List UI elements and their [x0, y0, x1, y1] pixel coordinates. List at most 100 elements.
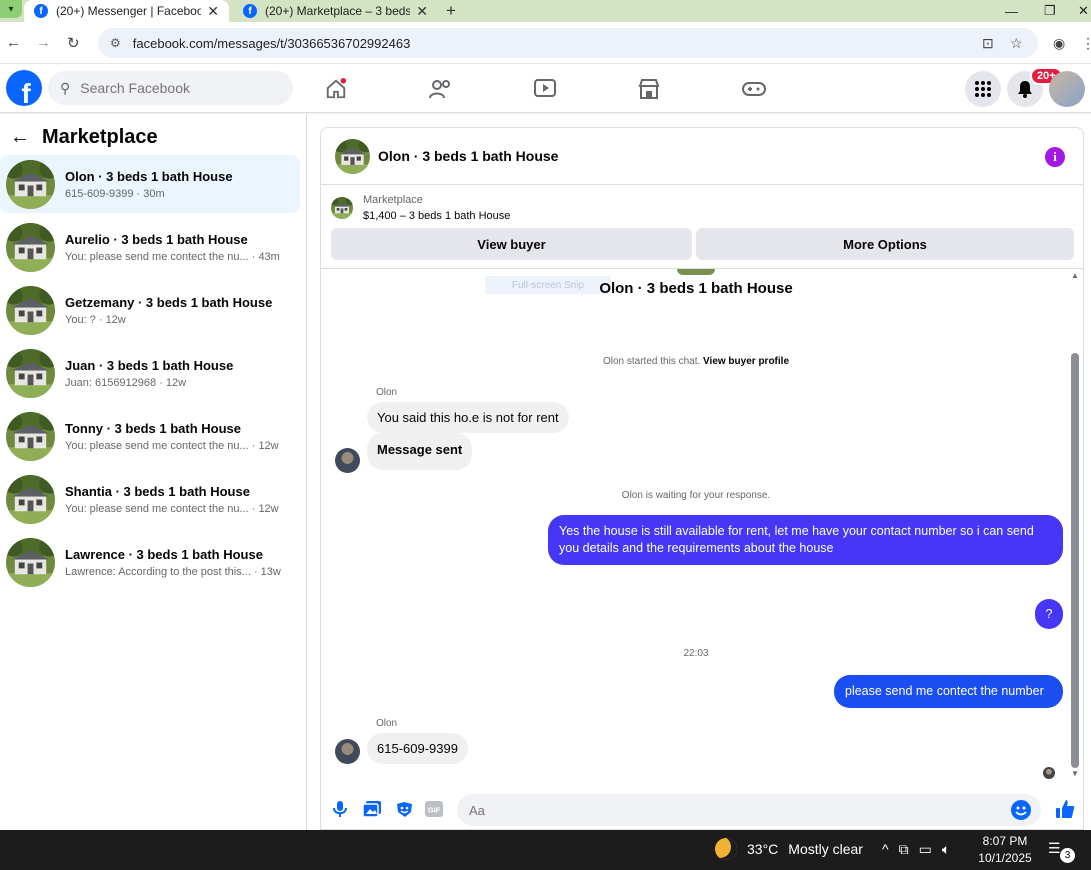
chat-header: Olon · 3 beds 1 bath House i [321, 128, 1083, 185]
emoji-icon[interactable] [1011, 800, 1031, 820]
incoming-message[interactable]: You said this ho.e is not for rent [367, 402, 569, 433]
svg-text:GIF: GIF [428, 806, 441, 815]
browser-menu-icon[interactable]: ⋮ [1081, 35, 1091, 52]
install-app-icon[interactable]: ⊡ [982, 35, 994, 52]
conversation-item-getzemany[interactable]: Getzemany · 3 beds 1 bath House You: ? · … [0, 281, 300, 339]
sender-avatar[interactable] [335, 739, 360, 764]
outgoing-message[interactable]: please send me contect the number [834, 675, 1063, 708]
bookmark-star-icon[interactable]: ☆ [1010, 35, 1023, 52]
view-buyer-profile-link[interactable]: View buyer profile [703, 356, 789, 367]
tab-marketplace[interactable]: f (20+) Marketplace – 3 beds 1 ba ✕ [233, 0, 438, 22]
restore-button[interactable]: ❐ [1044, 0, 1056, 22]
seen-indicator-avatar [1043, 767, 1055, 779]
listing-thumbnail [6, 349, 55, 398]
close-window-button[interactable]: ✕ [1078, 0, 1089, 22]
tab-search-icon[interactable]: ▾ [0, 0, 22, 18]
tab-title: (20+) Marketplace – 3 beds 1 ba [265, 4, 411, 18]
incoming-message[interactable]: Message sent [367, 433, 473, 470]
browser-tabstrip: ▾ f (20+) Messenger | Facebook ✕ f (20+)… [0, 0, 1091, 22]
microphone-icon[interactable] [329, 798, 351, 820]
address-bar-row: ← → ↻ ⚙ facebook.com/messages/t/30366536… [0, 22, 1091, 64]
listing-thumbnail[interactable] [335, 139, 370, 174]
forward-arrow-icon[interactable]: → [36, 34, 51, 51]
conversation-preview: Lawrence: According to the post this... … [65, 565, 281, 578]
like-thumbs-up-icon[interactable] [1054, 798, 1076, 820]
conversation-item-aurelio[interactable]: Aurelio · 3 beds 1 bath House You: please… [0, 218, 300, 276]
chat-title[interactable]: Olon · 3 beds 1 bath House [378, 148, 558, 164]
home-icon[interactable] [322, 75, 350, 103]
reload-icon[interactable]: ↻ [67, 34, 80, 52]
conversation-item-olon[interactable]: Olon · 3 beds 1 bath House 615-609-9399 ·… [0, 155, 300, 213]
gif-icon[interactable]: GIF [423, 798, 445, 820]
profile-icon[interactable]: ◉ [1053, 35, 1065, 52]
facebook-favicon-icon: f [34, 4, 48, 18]
facebook-header: f ⚲ 20+ [0, 65, 1091, 113]
incoming-message[interactable]: 615-609-9399 [367, 733, 468, 764]
message-input-box[interactable] [457, 794, 1041, 826]
listing-thumbnail [6, 538, 55, 587]
conversation-name: Getzemany · 3 beds 1 bath House [65, 294, 273, 310]
conversation-item-lawrence[interactable]: Lawrence · 3 beds 1 bath House Lawrence: … [0, 533, 300, 591]
volume-icon[interactable]: 🔈︎ [942, 841, 950, 858]
listing-thumbnail [6, 286, 55, 335]
gaming-icon[interactable] [740, 75, 768, 103]
network-icon[interactable]: ▭ [919, 841, 932, 858]
back-arrow-icon[interactable]: ← [6, 34, 21, 51]
marketplace-icon[interactable] [635, 75, 663, 103]
taskbar-clock[interactable]: 8:07 PM 10/1/2025 [970, 833, 1040, 867]
sidebar-title: Marketplace [42, 126, 158, 148]
notification-center-icon[interactable]: ☰ [1048, 840, 1061, 857]
info-icon[interactable]: i [1045, 147, 1065, 167]
system-tray: ^ ⧉ ▭ 🔈︎ [882, 841, 950, 858]
video-icon[interactable] [531, 75, 559, 103]
conversation-preview: You: please send me contect the nu... · … [65, 502, 279, 515]
message-timestamp: 22:03 [683, 648, 709, 659]
friends-icon[interactable] [426, 75, 454, 103]
tab-title: (20+) Messenger | Facebook [56, 4, 202, 18]
meet-now-icon[interactable]: ⧉ [899, 841, 909, 858]
photo-icon[interactable] [361, 798, 383, 820]
chat-started-text: Olon started this chat. [602, 356, 701, 367]
scroll-down-icon[interactable]: ▼ [1071, 769, 1079, 778]
chat-scrollbar[interactable]: ▲ ▼ [1071, 271, 1079, 778]
close-tab-icon[interactable]: ✕ [416, 3, 428, 20]
notification-count-badge: 3 [1060, 848, 1075, 863]
listing-thumbnail [331, 197, 353, 219]
outgoing-message[interactable]: Yes the house is still available for ren… [548, 515, 1063, 565]
view-buyer-button[interactable]: View buyer [331, 228, 692, 260]
site-settings-icon[interactable]: ⚙ [110, 36, 121, 50]
new-tab-button[interactable]: + [446, 0, 456, 22]
minimize-button[interactable]: — [1005, 0, 1018, 22]
conversation-item-shantia[interactable]: Shantia · 3 beds 1 bath House You: please… [0, 470, 300, 528]
outgoing-message[interactable]: ? [1035, 599, 1063, 629]
conversation-preview: You: please send me contect the nu... · … [65, 250, 280, 263]
sender-avatar[interactable] [335, 448, 360, 473]
listing-thumbnail [6, 475, 55, 524]
url-bar[interactable]: ⚙ facebook.com/messages/t/30366536702992… [98, 28, 1038, 58]
menu-grid-icon[interactable] [965, 71, 1001, 107]
scrollbar-thumb[interactable] [1071, 353, 1079, 768]
conversation-item-juan[interactable]: Juan · 3 beds 1 bath House Juan: 61569129… [0, 344, 300, 402]
conversation-item-tonny[interactable]: Tonny · 3 beds 1 bath House You: please s… [0, 407, 300, 465]
account-avatar[interactable] [1049, 71, 1085, 107]
tray-chevron-up-icon[interactable]: ^ [882, 841, 889, 858]
url-text: facebook.com/messages/t/3036653670299246… [132, 35, 411, 51]
sticker-icon[interactable] [393, 798, 415, 820]
moon-weather-icon [715, 838, 737, 860]
listing-thumbnail [6, 223, 55, 272]
weather-temp: 33°C [747, 841, 779, 857]
back-arrow-icon[interactable]: ← [10, 126, 30, 149]
conversation-name: Juan · 3 beds 1 bath House [65, 357, 234, 373]
scroll-up-icon[interactable]: ▲ [1071, 271, 1079, 280]
search-box[interactable]: ⚲ [48, 71, 293, 105]
conversation-name: Shantia · 3 beds 1 bath House [65, 483, 250, 499]
message-input[interactable] [469, 802, 969, 818]
search-input[interactable] [80, 80, 261, 96]
listing-thumbnail [6, 160, 55, 209]
listing-summary[interactable]: Marketplace $1,400 – 3 beds 1 bath House [331, 194, 510, 222]
weather-widget[interactable]: 33°C Mostly clear [715, 838, 863, 860]
tab-messenger[interactable]: f (20+) Messenger | Facebook ✕ [24, 0, 229, 22]
close-tab-icon[interactable]: ✕ [207, 3, 219, 20]
facebook-logo-icon[interactable]: f [6, 70, 42, 106]
more-options-button[interactable]: More Options [696, 228, 1074, 260]
